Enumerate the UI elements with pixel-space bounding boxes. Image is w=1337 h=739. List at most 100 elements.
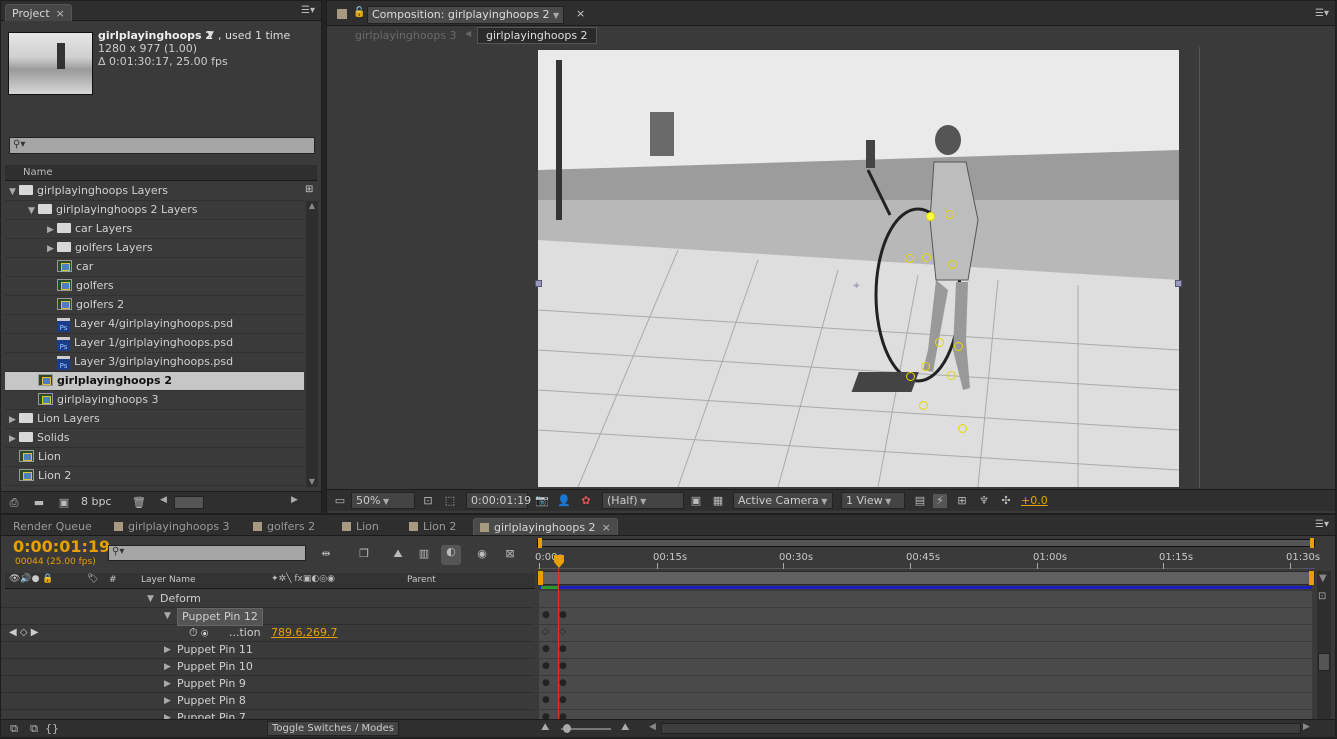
disclosure-expanded-icon[interactable]: ▼	[147, 591, 154, 607]
keyframe-icon[interactable]: ●	[559, 678, 567, 688]
in-out-icon[interactable]: {}	[45, 722, 59, 736]
disclosure-collapsed-icon[interactable]: ▶	[164, 676, 171, 692]
disclosure-collapsed-icon[interactable]: ▶	[47, 240, 57, 258]
draft-3d-icon[interactable]: ❒	[357, 547, 371, 561]
region-of-interest-icon[interactable]: ▣	[689, 494, 703, 508]
reset-exposure-icon[interactable]: ✣	[999, 494, 1013, 508]
panel-menu-icon[interactable]: ☰▾	[1315, 8, 1329, 19]
zoom-slider[interactable]	[561, 724, 611, 733]
timeline-vertical-scrollbar[interactable]: ▼ ⊡	[1317, 571, 1331, 719]
zoom-out-icon[interactable]: ⛰	[541, 722, 549, 733]
tree-item[interactable]: Lion	[5, 448, 304, 467]
disclosure-expanded-icon[interactable]: ▼	[9, 183, 19, 201]
keyframe-icon[interactable]: ●	[542, 661, 550, 671]
puppet-pin-handle[interactable]	[948, 260, 957, 269]
layer-row[interactable]: ▶ Puppet Pin 8	[1, 693, 534, 710]
trash-icon[interactable]: 🗑	[132, 496, 146, 510]
transparency-grid-icon[interactable]: ▦	[711, 494, 725, 508]
snapshot-icon[interactable]: 📷	[535, 494, 549, 508]
composition-tab[interactable]: Composition: girlplayinghoops 2	[367, 6, 565, 24]
disclosure-collapsed-icon[interactable]: ▶	[164, 693, 171, 709]
layer-row[interactable]: ▶ Puppet Pin 9	[1, 676, 534, 693]
disclosure-collapsed-icon[interactable]: ▶	[164, 642, 171, 658]
time-ruler[interactable]: 0:00s 00:15s 00:30s 00:45s 01:00s 01:15s 01:30…	[535, 549, 1320, 569]
disclosure-collapsed-icon[interactable]: ▶	[9, 411, 19, 429]
puppet-pin-handle[interactable]	[906, 372, 915, 381]
interpret-footage-icon[interactable]: ⎙	[7, 496, 21, 510]
tab-timeline[interactable]: Lion 2	[403, 518, 462, 535]
timeline-current-time[interactable]: 0:00:01:19	[13, 537, 110, 556]
layer-row[interactable]: ▼ Puppet Pin 12	[1, 608, 534, 626]
tree-item[interactable]: girlplayinghoops 2	[5, 372, 304, 391]
flowchart-icon[interactable]: ♆	[977, 494, 991, 508]
motion-blur-icon[interactable]: ◐	[441, 545, 461, 565]
keyframe-icon[interactable]: ●	[542, 610, 550, 620]
disclosure-collapsed-icon[interactable]: ▶	[9, 430, 19, 448]
tree-scrollbar[interactable]: ▲ ▼	[306, 201, 318, 487]
panel-menu-icon[interactable]: ☰▾	[301, 5, 315, 16]
scroll-left-icon[interactable]: ◀	[649, 722, 656, 732]
tree-item[interactable]: ▶ Solids	[5, 429, 304, 448]
bit-depth-button[interactable]: 8 bpc	[81, 495, 112, 508]
toggle-switches-modes-button[interactable]: Toggle Switches / Modes	[267, 721, 399, 736]
av-features-icon[interactable]: 👁🔊● 🔒	[9, 574, 54, 584]
safe-zones-icon[interactable]: ⊡	[421, 494, 435, 508]
track-row[interactable]: ◇ ◇	[539, 625, 1312, 642]
tree-item[interactable]: golfers	[5, 277, 304, 296]
mask-visibility-icon[interactable]: ⬚	[443, 494, 457, 508]
disclosure-expanded-icon[interactable]: ▼	[164, 608, 171, 624]
tree-item[interactable]: ▶ Lion Layers	[5, 410, 304, 429]
puppet-pin-handle[interactable]	[954, 342, 963, 351]
current-time-indicator[interactable]	[554, 555, 564, 569]
tree-item[interactable]: Ps Layer 3/girlplayinghoops.psd	[5, 353, 304, 372]
breadcrumb-item[interactable]: girlplayinghoops 3	[355, 29, 457, 42]
layer-row[interactable]: ▼ Deform	[1, 591, 534, 608]
comp-mini-flowchart-icon[interactable]: ⇹	[319, 547, 333, 561]
breadcrumb-item-active[interactable]: girlplayinghoops 2	[477, 27, 597, 44]
anchor-point-icon[interactable]: ⌖	[853, 278, 860, 293]
fast-previews-icon[interactable]: ⚡	[933, 494, 947, 508]
puppet-pin-handle[interactable]	[919, 401, 928, 410]
disclosure-expanded-icon[interactable]: ▼	[28, 202, 38, 220]
track-row[interactable]: ● ●	[539, 659, 1312, 676]
zoom-in-icon[interactable]: ⛰	[621, 722, 629, 733]
puppet-pin-handle[interactable]	[945, 210, 954, 219]
puppet-pin-handle[interactable]	[958, 424, 967, 433]
layer-handle-right[interactable]	[1175, 280, 1182, 287]
panel-menu-icon[interactable]: ☰▾	[1315, 519, 1329, 530]
tree-item[interactable]: golfers 2	[5, 296, 304, 315]
scroll-right-icon[interactable]: ▶	[291, 495, 298, 505]
tab-timeline[interactable]: Render Queue	[7, 518, 98, 535]
new-folder-icon[interactable]: ▬	[32, 496, 46, 510]
timeline-search-input[interactable]: ⚲▾	[108, 545, 306, 561]
close-icon[interactable]: ×	[56, 7, 65, 20]
property-value[interactable]: 789.6,269.7	[271, 625, 337, 641]
layer-row[interactable]: ▶ Puppet Pin 11	[1, 642, 534, 659]
flowchart-icon[interactable]: ⊞	[305, 184, 319, 198]
show-snapshot-icon[interactable]: 👤	[557, 494, 571, 508]
keyframe-icon[interactable]: ●	[559, 644, 567, 654]
tree-item[interactable]: car	[5, 258, 304, 277]
zoom-select[interactable]: 50%	[351, 492, 415, 509]
composition-viewer[interactable]: ⌖	[327, 47, 1335, 488]
work-area-bar[interactable]	[537, 571, 1315, 585]
puppet-pin-handle[interactable]	[935, 338, 944, 347]
disclosure-collapsed-icon[interactable]: ▶	[47, 221, 57, 239]
label-icon[interactable]: 🏷	[87, 574, 98, 584]
layer-switches-icon[interactable]: ⧉	[7, 722, 21, 736]
keyframe-icon[interactable]: ◇	[559, 627, 566, 637]
lock-icon[interactable]: 🔓	[353, 7, 365, 18]
track-row[interactable]: ● ●	[539, 608, 1312, 625]
keyframe-icon[interactable]: ●	[559, 661, 567, 671]
shy-layers-icon[interactable]: ⛰	[391, 547, 405, 561]
layer-handle-left[interactable]	[535, 280, 542, 287]
track-row[interactable]	[539, 591, 1312, 608]
tab-timeline[interactable]: girlplayinghoops 2 ×	[473, 518, 618, 535]
exposure-value[interactable]: +0.0	[1021, 494, 1048, 507]
graph-editor-icon[interactable]: ⊠	[503, 547, 517, 561]
tree-item[interactable]: Lion 2	[5, 467, 304, 486]
tree-item[interactable]: ▶ car Layers	[5, 220, 304, 239]
keyframe-icon[interactable]: ●	[542, 678, 550, 688]
new-composition-icon[interactable]: ▣	[57, 496, 71, 510]
camera-select[interactable]: Active Camera	[733, 492, 833, 509]
